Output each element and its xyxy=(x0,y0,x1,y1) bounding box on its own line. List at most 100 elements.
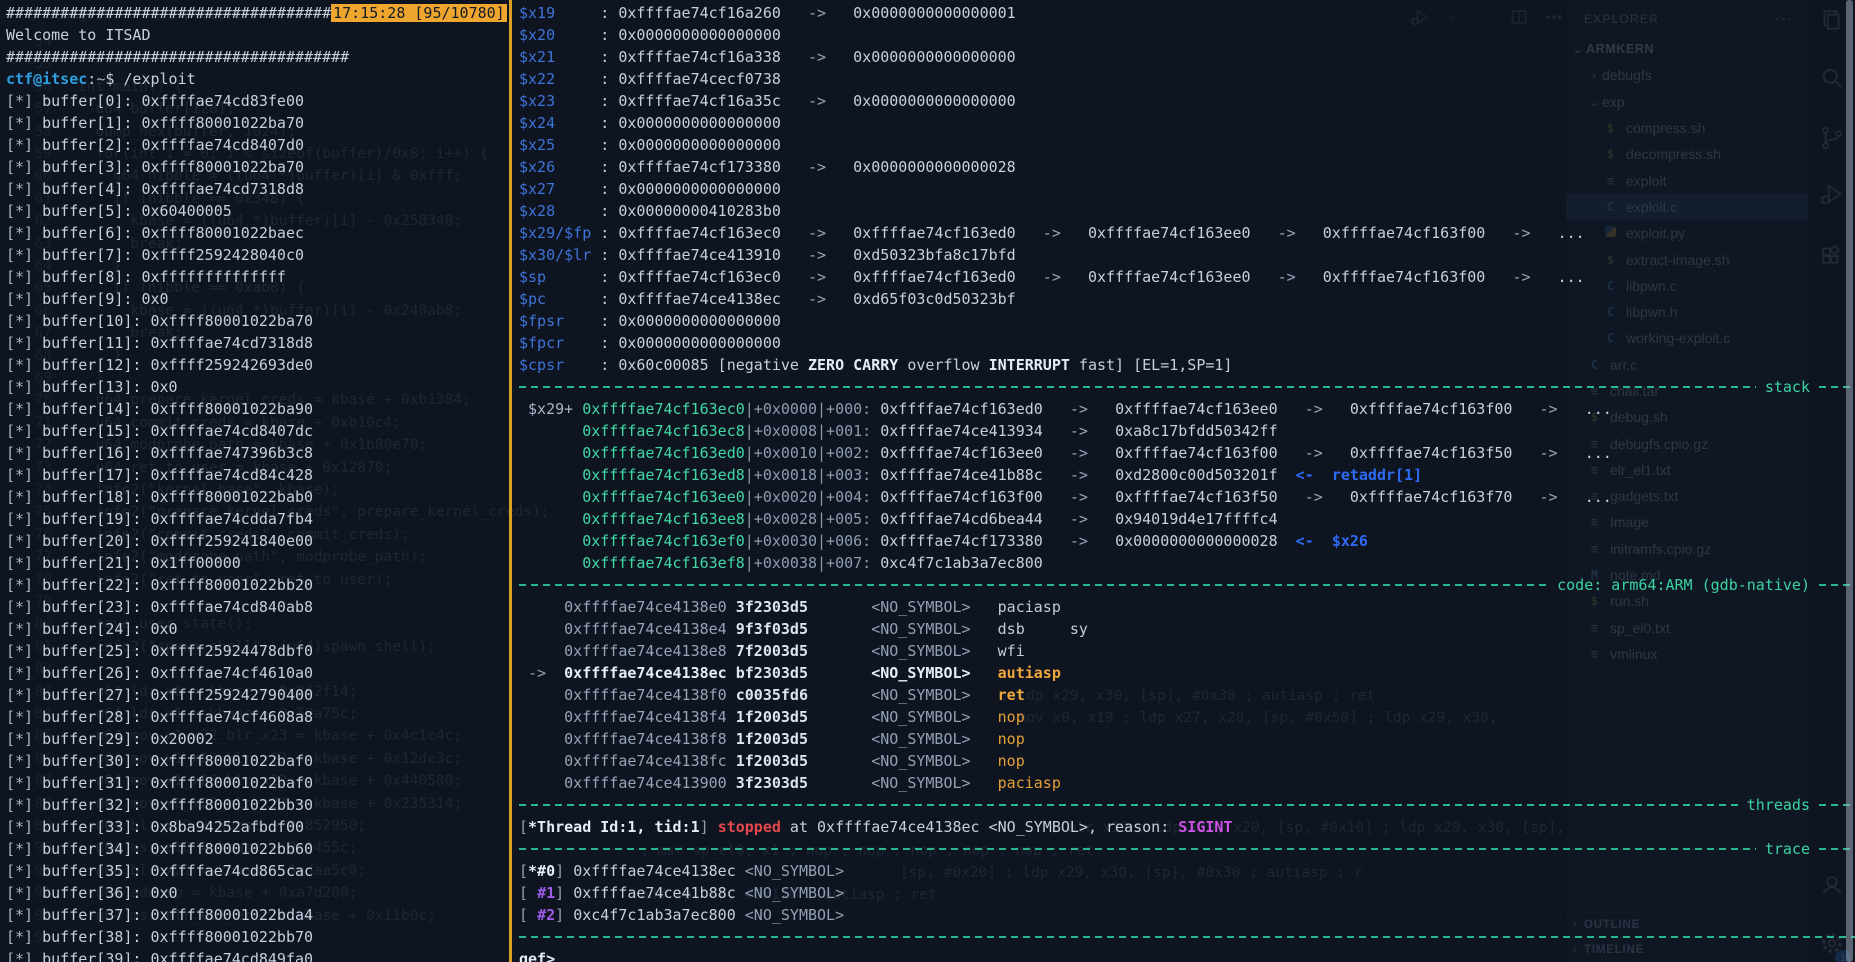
code-row: 0xffffae74ce4138e8 7f2003d5 <NO_SYMBOL> … xyxy=(519,640,1855,662)
instruction-mnemonic: paciasp xyxy=(998,598,1061,616)
terminal-banner-line: ####################################17:1… xyxy=(6,2,515,24)
buffer-output-line: [*] buffer[9]: 0x0 xyxy=(6,288,515,310)
text: ] xyxy=(700,818,718,836)
list-bullet: [*] xyxy=(6,620,42,638)
terminal-pane-exploit[interactable]: ####################################17:1… xyxy=(0,0,515,962)
stack-offset: |+0x0028|+005: xyxy=(745,510,880,528)
register-name: $x22 xyxy=(519,70,591,88)
stack-value: 0xffffae74ce41b88c xyxy=(880,466,1043,484)
register-row: $x21 : 0xffffae74cf16a338 -> 0x000000000… xyxy=(519,46,1855,68)
buffer-output-line: [*] buffer[2]: 0xffffae74cd8407d0 xyxy=(6,134,515,156)
instruction-opcode: bf2303d5 xyxy=(727,664,872,682)
text: : xyxy=(591,114,618,132)
deref-arrow: -> xyxy=(1043,444,1115,462)
list-bullet: [*] xyxy=(6,884,42,902)
buffer-output-line: [*] buffer[3]: 0xffff80001022ba70 xyxy=(6,156,515,178)
text: : xyxy=(591,4,618,22)
deref-value: 0xffffae74cf163f50 xyxy=(1350,444,1513,462)
stack-offset: |+0x0000|+000: xyxy=(745,400,880,418)
instruction-mnemonic: nop xyxy=(998,708,1025,726)
trace-frame-row: [ #2] 0xc4f7c1ab3a7ec800 <NO_SYMBOL> xyxy=(519,904,1855,926)
buffer-value: buffer[26]: 0xffffae74cf4610a0 xyxy=(42,664,313,682)
list-bullet: [*] xyxy=(6,378,42,396)
buffer-output-line: [*] buffer[37]: 0xffff80001022bda4 xyxy=(6,904,515,926)
buffer-value: buffer[1]: 0xffff80001022ba70 xyxy=(42,114,304,132)
terminal-overlay: ####################################17:1… xyxy=(0,0,1855,962)
register-value: 0xffffae74ce413910 xyxy=(618,246,781,264)
terminal-pane-gef[interactable]: $x19 : 0xffffae74cf16a260 -> 0x000000000… xyxy=(512,0,1855,962)
code-row-current: -> 0xffffae74ce4138ec bf2303d5 <NO_SYMBO… xyxy=(519,662,1855,684)
symbol-name: <NO_SYMBOL> xyxy=(871,642,997,660)
buffer-value: buffer[3]: 0xffff80001022ba70 xyxy=(42,158,304,176)
terminal-scrollbar[interactable] xyxy=(1846,0,1853,962)
gef-prompt[interactable]: gef> xyxy=(519,950,555,962)
list-bullet: [*] xyxy=(6,224,42,242)
list-bullet: [*] xyxy=(6,180,42,198)
register-row: $pc : 0xffffae74ce4138ec -> 0xd65f03c0d5… xyxy=(519,288,1855,310)
stack-row: 0xffffae74cf163ef8|+0x0038|+007: 0xc4f7c… xyxy=(519,552,1855,574)
stack-address: 0xffffae74cf163ee8 xyxy=(582,510,745,528)
buffer-output-line: [*] buffer[11]: 0xffffae74cd7318d8 xyxy=(6,332,515,354)
stack-value: 0xffffae74ce413934 xyxy=(880,422,1043,440)
register-value: 0x0000000000000000 xyxy=(618,26,781,44)
stack-marker: retaddr[1] xyxy=(1332,466,1422,484)
cpsr-flag: [negative xyxy=(709,356,808,374)
stop-reason: SIGINT xyxy=(1178,818,1232,836)
stack-row: 0xffffae74cf163ee8|+0x0028|+005: 0xffffa… xyxy=(519,508,1855,530)
deref-value: 0xffffae74cf163ee0 xyxy=(1088,268,1251,286)
code-row: 0xffffae74ce4138f8 1f2003d5 <NO_SYMBOL> … xyxy=(519,728,1855,750)
register-row: $x20 : 0x0000000000000000 xyxy=(519,24,1855,46)
gef-section-separator-stack: stack xyxy=(519,376,1855,398)
hash-banner: #################################### xyxy=(6,4,331,22)
buffer-output-line: [*] buffer[31]: 0xffff80001022baf0 xyxy=(6,772,515,794)
trace-frame-row: [ #1] 0xffffae74ce41b88c <NO_SYMBOL> xyxy=(519,882,1855,904)
instruction-address: 0xffffae74ce4138e0 xyxy=(564,598,727,616)
list-bullet: [*] xyxy=(6,510,42,528)
register-row: $x27 : 0x0000000000000000 xyxy=(519,178,1855,200)
stack-address: 0xffffae74cf163ee0 xyxy=(582,488,745,506)
buffer-output-line: [*] buffer[0]: 0xffffae74cd83fe00 xyxy=(6,90,515,112)
text: ] xyxy=(555,862,573,880)
list-bullet: [*] xyxy=(6,444,42,462)
shell-prompt-line: ctf@itsec:~$ /exploit xyxy=(6,68,515,90)
welcome-text: Welcome to ITSAD xyxy=(6,26,151,44)
register-value: 0x0000000000000000 xyxy=(618,312,781,330)
list-bullet: [*] xyxy=(6,488,42,506)
register-row: $fpsr : 0x0000000000000000 xyxy=(519,310,1855,332)
deref-value: 0x0000000000000028 xyxy=(853,158,1016,176)
deref-arrow: -> xyxy=(1043,466,1115,484)
ellipsis: ... xyxy=(1585,400,1612,418)
stack-offset: |+0x0030|+006: xyxy=(745,532,880,550)
buffer-value: buffer[17]: 0xffffae74cd84c428 xyxy=(42,466,313,484)
buffer-output-line: [*] buffer[10]: 0xffff80001022ba70 xyxy=(6,310,515,332)
buffer-output-line: [*] buffer[20]: 0xffff259241840e00 xyxy=(6,530,515,552)
prompt-user: ctf@itsec xyxy=(6,70,87,88)
register-name: $cpsr xyxy=(519,356,591,374)
text: at 0xffffae74ce4138ec <NO_SYMBOL>, reaso… xyxy=(781,818,1178,836)
buffer-value: buffer[22]: 0xffff80001022bb20 xyxy=(42,576,313,594)
deref-arrow: -> xyxy=(781,4,853,22)
instruction-mnemonic: autiasp xyxy=(998,664,1061,682)
register-row: $x29/$fp : 0xffffae74cf163ec0 -> 0xffffa… xyxy=(519,222,1855,244)
clock-badge: 17:15:28 [95/10780] xyxy=(331,4,507,22)
buffer-output-line: [*] buffer[7]: 0xffff2592428040c0 xyxy=(6,244,515,266)
stack-value: 0xffffae74cf163f00 xyxy=(880,488,1043,506)
buffer-value: buffer[0]: 0xffffae74cd83fe00 xyxy=(42,92,304,110)
stack-register-prefix xyxy=(519,554,582,572)
list-bullet: [*] xyxy=(6,554,42,572)
buffer-value: buffer[35]: 0xffffae74cd865cac xyxy=(42,862,313,880)
deref-arrow: -> xyxy=(1043,488,1115,506)
register-row: $x26 : 0xffffae74cf173380 -> 0x000000000… xyxy=(519,156,1855,178)
deref-value: 0xffffae74cf163f70 xyxy=(1350,488,1513,506)
buffer-value: buffer[25]: 0xffff25924478dbf0 xyxy=(42,642,313,660)
buffer-output-line: [*] buffer[19]: 0xffffae74cdda7fb4 xyxy=(6,508,515,530)
buffer-output-line: [*] buffer[22]: 0xffff80001022bb20 xyxy=(6,574,515,596)
stack-register-prefix xyxy=(519,488,582,506)
thread-state: stopped xyxy=(718,818,781,836)
deref-value: 0x94019d4e17ffffc4 xyxy=(1115,510,1278,528)
buffer-output-line: [*] buffer[35]: 0xffffae74cd865cac xyxy=(6,860,515,882)
stack-row: 0xffffae74cf163ee0|+0x0020|+004: 0xffffa… xyxy=(519,486,1855,508)
deref-value: 0xffffae74cf163ed0 xyxy=(853,268,1016,286)
register-name: $sp xyxy=(519,268,591,286)
register-value: 0xffffae74cf173380 xyxy=(618,158,781,176)
